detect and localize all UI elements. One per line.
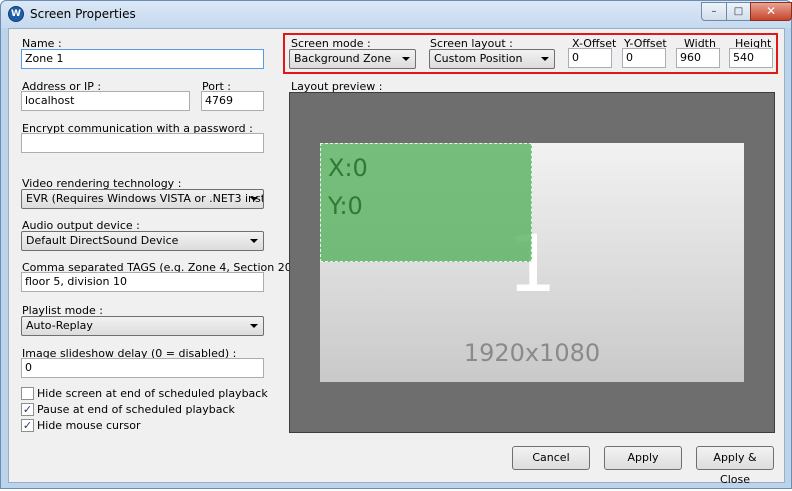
screen-properties-window: W Screen Properties – □ ✕ Name : Zone 1 … bbox=[0, 0, 792, 489]
hide-cursor-checkbox[interactable]: ✓ bbox=[21, 419, 34, 432]
zone-rectangle[interactable]: X:0 Y:0 bbox=[320, 143, 532, 262]
close-button[interactable]: ✕ bbox=[750, 2, 792, 21]
chevron-down-icon bbox=[541, 57, 549, 61]
chevron-down-icon bbox=[250, 197, 258, 201]
title-bar[interactable]: W Screen Properties – □ ✕ bbox=[1, 1, 792, 28]
tags-field[interactable]: floor 5, division 10 bbox=[21, 272, 264, 292]
zone-y-label: Y:0 bbox=[328, 192, 363, 220]
slideshow-delay-field[interactable]: 0 bbox=[21, 358, 264, 378]
screen-layout-select[interactable]: Custom Position bbox=[429, 49, 555, 69]
chevron-down-icon bbox=[250, 324, 258, 328]
screen-layout-value: Custom Position bbox=[434, 52, 523, 65]
chevron-down-icon bbox=[250, 239, 258, 243]
screen-resolution: 1920x1080 bbox=[463, 339, 601, 367]
cancel-button[interactable]: Cancel bbox=[512, 446, 590, 470]
maximize-button[interactable]: □ bbox=[726, 2, 751, 21]
app-icon: W bbox=[8, 6, 24, 22]
pause-playback-label: Pause at end of scheduled playback bbox=[37, 403, 235, 416]
x-offset-field[interactable]: 0 bbox=[568, 48, 612, 68]
y-offset-field[interactable]: 0 bbox=[622, 48, 666, 68]
minimize-button[interactable]: – bbox=[701, 2, 727, 21]
audio-output-select[interactable]: Default DirectSound Device bbox=[21, 231, 264, 251]
screen-area: 1 1920x1080 X:0 Y:0 bbox=[320, 143, 744, 382]
window-title: Screen Properties bbox=[30, 7, 136, 21]
encrypt-password-field[interactable] bbox=[21, 133, 264, 153]
hide-screen-label: Hide screen at end of scheduled playback bbox=[37, 387, 268, 400]
audio-output-value: Default DirectSound Device bbox=[26, 234, 179, 247]
playlist-mode-value: Auto-Replay bbox=[26, 319, 93, 332]
height-field[interactable]: 540 bbox=[729, 48, 773, 68]
video-rendering-select[interactable]: EVR (Requires Windows VISTA or .NET3 ins… bbox=[21, 189, 264, 209]
apply-close-button[interactable]: Apply & Close bbox=[696, 446, 774, 486]
layout-preview: 1 1920x1080 X:0 Y:0 bbox=[289, 92, 775, 433]
width-field[interactable]: 960 bbox=[676, 48, 720, 68]
zone-x-label: X:0 bbox=[328, 154, 368, 182]
hide-cursor-label: Hide mouse cursor bbox=[37, 419, 141, 432]
port-field[interactable]: 4769 bbox=[201, 91, 264, 111]
hide-screen-checkbox[interactable] bbox=[21, 387, 34, 400]
screen-mode-select[interactable]: Background Zone bbox=[289, 49, 416, 69]
dialog-body: Name : Zone 1 Address or IP : localhost … bbox=[8, 28, 785, 486]
chevron-down-icon bbox=[402, 57, 410, 61]
video-rendering-value: EVR (Requires Windows VISTA or .NET3 ins… bbox=[26, 192, 263, 205]
playlist-mode-select[interactable]: Auto-Replay bbox=[21, 316, 264, 336]
apply-button[interactable]: Apply bbox=[604, 446, 682, 470]
pause-playback-checkbox[interactable]: ✓ bbox=[21, 403, 34, 416]
name-field[interactable]: Zone 1 bbox=[21, 49, 264, 69]
address-field[interactable]: localhost bbox=[21, 91, 190, 111]
screen-mode-value: Background Zone bbox=[294, 52, 392, 65]
